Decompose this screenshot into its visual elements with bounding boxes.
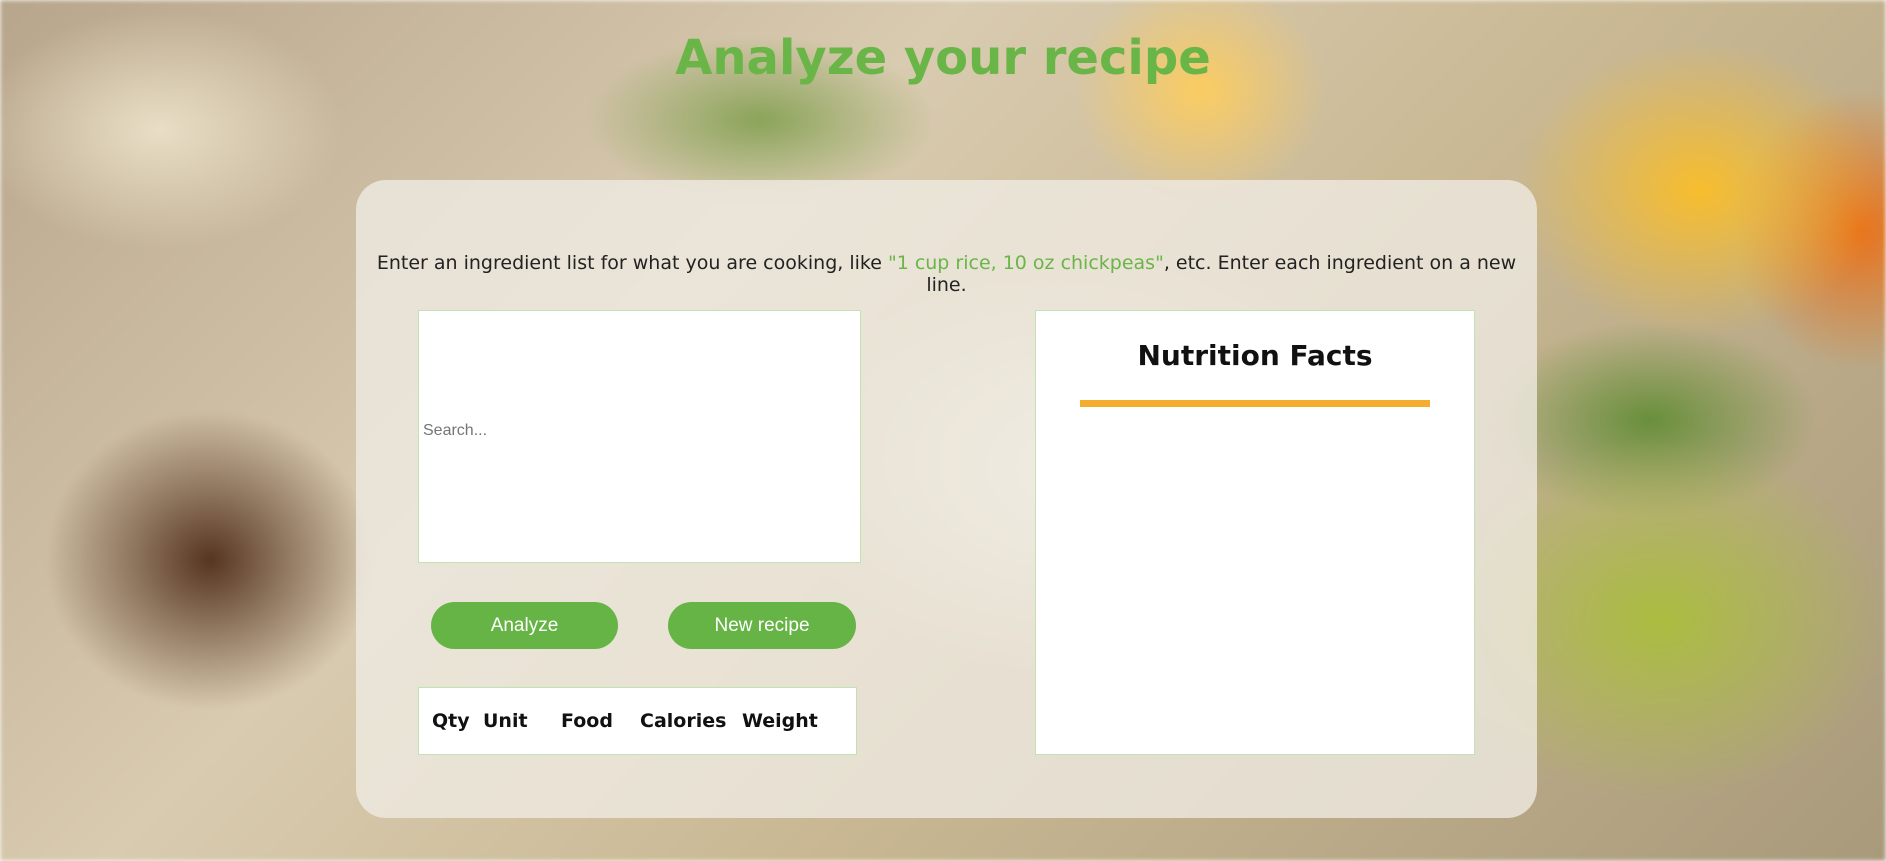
- instructions-text: Enter an ingredient list for what you ar…: [356, 252, 1537, 296]
- column-header-qty: Qty: [432, 710, 470, 732]
- column-header-unit: Unit: [483, 710, 528, 732]
- search-input[interactable]: [421, 421, 845, 441]
- page-title: Analyze your recipe: [675, 30, 1211, 86]
- new-recipe-button[interactable]: New recipe: [668, 602, 856, 649]
- ingredient-input-box[interactable]: [418, 310, 861, 563]
- column-header-calories: Calories: [640, 710, 727, 732]
- ingredients-table: Qty Unit Food Calories Weight: [418, 687, 857, 755]
- nutrition-divider: [1080, 400, 1430, 407]
- column-header-food: Food: [561, 710, 613, 732]
- instructions-lead: Enter an ingredient list for what you ar…: [376, 252, 888, 274]
- nutrition-facts-title: Nutrition Facts: [1137, 339, 1373, 372]
- column-header-weight: Weight: [742, 710, 818, 732]
- nutrition-facts-panel: Nutrition Facts: [1035, 310, 1475, 755]
- recipe-card: Enter an ingredient list for what you ar…: [356, 180, 1537, 818]
- analyze-button[interactable]: Analyze: [431, 602, 618, 649]
- instructions-example: "1 cup rice, 10 oz chickpeas": [887, 252, 1164, 274]
